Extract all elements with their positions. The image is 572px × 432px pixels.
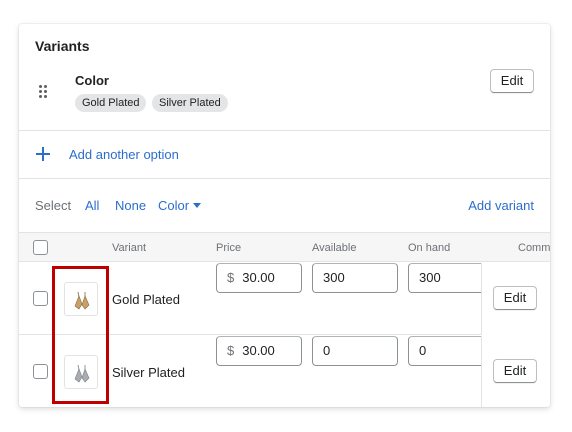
on-hand-input[interactable]: 300 (408, 263, 488, 293)
header-committed: Comm (518, 242, 550, 254)
divider (19, 178, 550, 179)
edit-option-button[interactable]: Edit (490, 69, 534, 93)
add-variant-link[interactable]: Add variant (468, 198, 534, 213)
card-title: Variants (35, 38, 90, 54)
drag-handle-icon[interactable] (39, 85, 49, 99)
price-input[interactable]: $30.00 (216, 336, 302, 366)
option-value-tag: Silver Plated (152, 94, 228, 112)
header-price: Price (216, 242, 242, 254)
select-color-dropdown[interactable]: Color (158, 198, 189, 213)
currency-symbol: $ (227, 343, 235, 358)
row-actions: Edit (481, 263, 550, 335)
row-actions: Edit (481, 336, 550, 407)
option-name: Color (75, 73, 109, 88)
on-hand-input[interactable]: 0 (408, 336, 488, 366)
highlight-box (52, 266, 109, 404)
table-header: Variant Price Available On hand Comm (19, 232, 550, 262)
price-value: 30.00 (242, 270, 275, 285)
row-checkbox[interactable] (33, 364, 48, 379)
variant-name: Silver Plated (112, 365, 185, 380)
price-value: 30.00 (242, 343, 275, 358)
select-all-checkbox[interactable] (33, 240, 48, 255)
variant-name: Gold Plated (112, 292, 180, 307)
header-available: Available (312, 242, 357, 254)
option-value-tag: Gold Plated (75, 94, 147, 112)
select-all-link[interactable]: All (85, 198, 99, 213)
divider (19, 130, 550, 131)
header-variant: Variant (112, 242, 147, 254)
edit-variant-button[interactable]: Edit (493, 359, 537, 383)
select-label: Select (35, 198, 72, 213)
available-input[interactable]: 300 (312, 263, 398, 293)
caret-down-icon[interactable] (193, 203, 201, 208)
edit-variant-button[interactable]: Edit (493, 286, 537, 310)
select-none-link[interactable]: None (115, 198, 146, 213)
available-input[interactable]: 0 (312, 336, 398, 366)
row-checkbox[interactable] (33, 291, 48, 306)
header-on-hand: On hand (408, 242, 451, 254)
currency-symbol: $ (227, 270, 235, 285)
plus-icon[interactable] (36, 147, 50, 161)
price-input[interactable]: $30.00 (216, 263, 302, 293)
add-another-option-link[interactable]: Add another option (69, 147, 179, 162)
